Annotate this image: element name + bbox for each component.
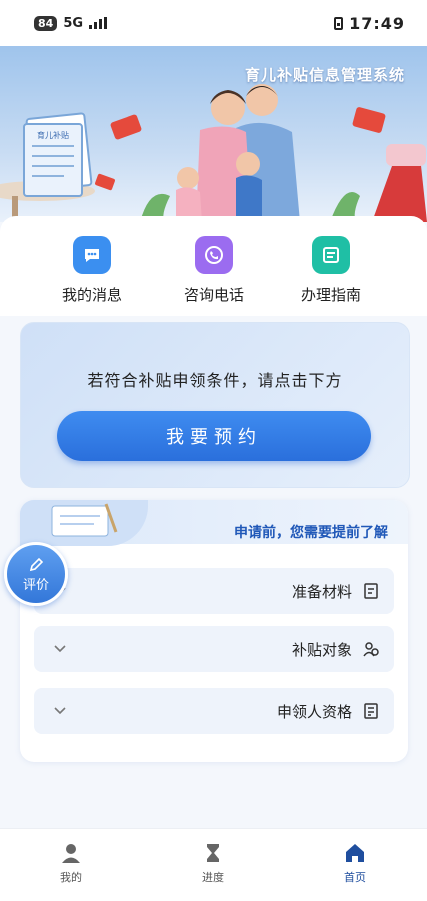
hero-banner: 育儿补贴 育儿补贴信息管理系统 (0, 46, 427, 222)
accordion-applicant-qualification[interactable]: 申领人资格 (34, 688, 394, 734)
doc-label: 育儿补贴 (37, 130, 69, 140)
chevron-down-icon (54, 707, 66, 715)
chevron-down-icon (54, 645, 66, 653)
clock: 17:49 (349, 13, 405, 33)
guide-icon (312, 236, 350, 274)
tab-label: 我的 (60, 871, 82, 884)
accordion-label: 申领人资格 (276, 702, 352, 721)
pre-application-info-card: 申请前，您需要提前了解 准备材料 补贴对象 申领人资格 (20, 500, 408, 762)
document-icon (364, 583, 378, 599)
appointment-card: 若符合补贴申领条件，请点击下方 我要预约 (20, 322, 410, 488)
pencil-icon (29, 557, 44, 571)
appointment-prompt: 若符合补贴申领条件，请点击下方 (87, 371, 343, 390)
quick-action-label: 办理指南 (300, 286, 361, 304)
battery-indicator: 84 (34, 15, 58, 31)
quick-action-label: 咨询电话 (183, 286, 244, 304)
checklist-icon (364, 703, 378, 719)
tab-label: 进度 (202, 871, 224, 884)
status-bar: 84 5G 17:49 (0, 0, 427, 46)
quick-action-guide[interactable]: 办理指南 (281, 236, 381, 305)
accordion-materials[interactable]: 准备材料 (34, 568, 394, 614)
network-label: 5G (63, 15, 84, 31)
phone-icon (195, 236, 233, 274)
home-icon (346, 844, 364, 862)
user-icon (62, 844, 80, 863)
quick-action-message[interactable]: 我的消息 (42, 236, 142, 305)
book-illustration (20, 500, 148, 546)
rate-label: 评价 (22, 577, 49, 593)
accordion-label: 补贴对象 (291, 640, 352, 659)
tab-mine[interactable]: 我的 (36, 841, 106, 885)
signal-icon (89, 17, 108, 29)
book-appointment-button[interactable]: 我要预约 (57, 411, 371, 461)
people-icon (363, 642, 379, 657)
banner-title: 育儿补贴信息管理系统 (244, 66, 405, 84)
message-icon (73, 236, 111, 274)
hourglass-icon (207, 844, 219, 862)
accordion-subsidy-target[interactable]: 补贴对象 (34, 626, 394, 672)
bottom-tab-bar: 首页 进度 我的 (0, 828, 427, 901)
accordion-label: 准备材料 (291, 582, 352, 601)
quick-action-label: 我的消息 (61, 286, 122, 304)
tab-home[interactable]: 首页 (320, 841, 390, 885)
quick-action-phone[interactable]: 咨询电话 (164, 236, 264, 305)
rate-button[interactable]: 评价 (4, 542, 68, 606)
info-card-title: 申请前，您需要提前了解 (234, 525, 388, 541)
sim-icon (334, 16, 344, 30)
tab-progress[interactable]: 进度 (178, 841, 248, 885)
tab-label: 首页 (344, 871, 366, 884)
